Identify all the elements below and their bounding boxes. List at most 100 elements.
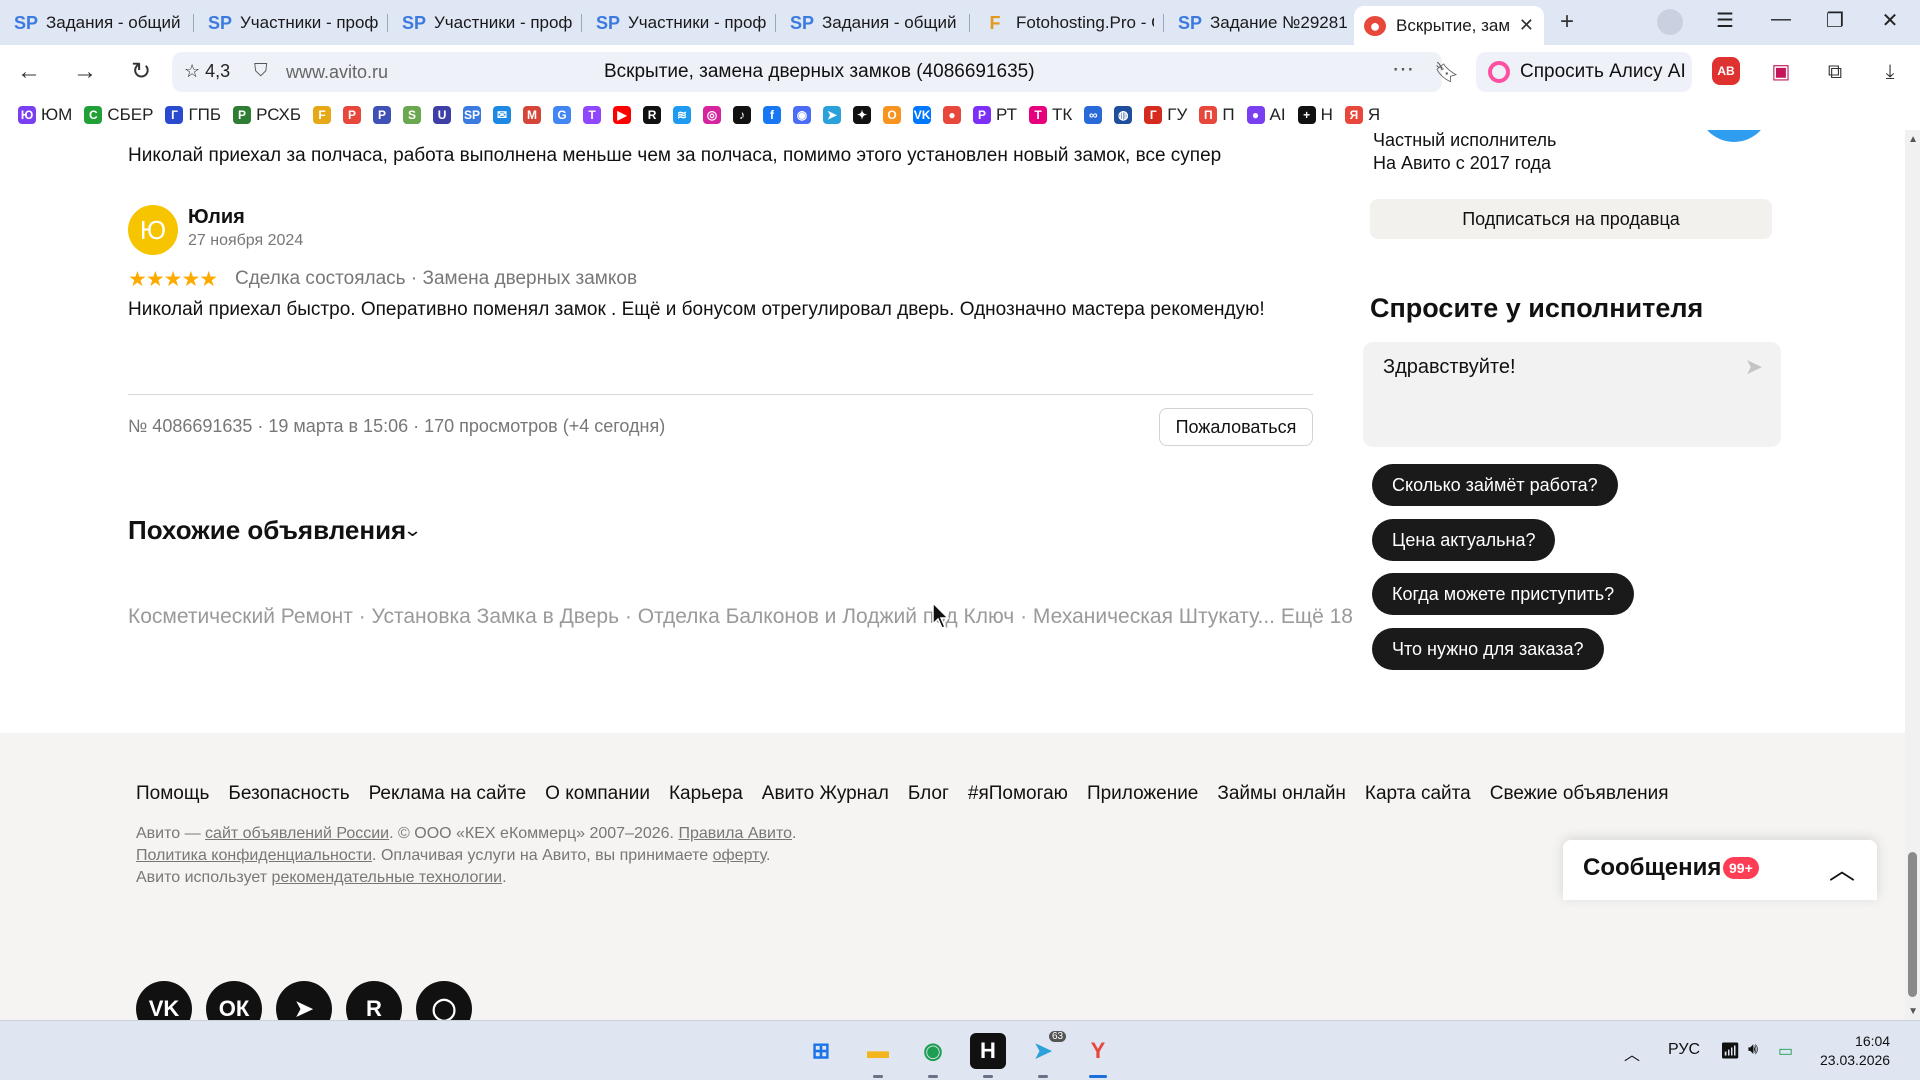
bookmark-item[interactable]: ♪ bbox=[733, 106, 752, 124]
bookmark-item[interactable]: Р РСХБ bbox=[233, 105, 301, 125]
bookmark-item[interactable]: ▶ bbox=[613, 106, 632, 124]
bookmark-item[interactable]: ЯЯ bbox=[1344, 105, 1380, 125]
max-messenger-icon[interactable]: ◯ bbox=[416, 981, 472, 1020]
wifi-icon[interactable]: 📶︎ bbox=[1720, 1041, 1740, 1061]
footer-link[interactable]: #яПомогаю bbox=[968, 783, 1068, 805]
bookmark-item[interactable]: ➤ bbox=[823, 106, 842, 124]
footer-link[interactable]: Карьера bbox=[669, 783, 743, 805]
close-window-icon[interactable]: ✕ bbox=[1875, 8, 1905, 33]
site-rating[interactable]: ☆ 4,3 bbox=[184, 61, 230, 82]
footer-link[interactable]: Помощь bbox=[136, 783, 209, 805]
bookmark-item[interactable]: f bbox=[763, 106, 782, 124]
forward-icon[interactable]: → bbox=[68, 55, 102, 89]
bookmark-item[interactable]: G bbox=[553, 106, 572, 124]
footer-link[interactable]: рекомендательные технологии bbox=[272, 869, 503, 886]
restore-icon[interactable]: ❐ bbox=[1820, 8, 1850, 33]
similar-links[interactable]: Косметический Ремонт · Установка Замка в… bbox=[128, 605, 1353, 629]
footer-link[interactable]: Реклама на сайте bbox=[369, 783, 527, 805]
language-indicator[interactable]: РУС bbox=[1668, 1041, 1700, 1059]
clock[interactable]: 16:04 23.03.2026 bbox=[1820, 1032, 1890, 1070]
bookmark-item[interactable]: T bbox=[583, 106, 602, 124]
bookmark-item[interactable]: ≋ bbox=[673, 106, 692, 124]
close-tab-icon[interactable]: ✕ bbox=[1519, 15, 1534, 36]
bookmark-item[interactable]: ● bbox=[943, 106, 962, 124]
menu-icon[interactable]: ☰ bbox=[1710, 8, 1740, 33]
footer-link[interactable]: Карта сайта bbox=[1365, 783, 1471, 805]
bookmark-item[interactable]: ◎ bbox=[703, 106, 722, 124]
browser-tab[interactable]: SP Участники - профи bbox=[586, 6, 776, 40]
new-tab-button[interactable]: + bbox=[1553, 9, 1581, 37]
bookmark-item[interactable]: ∞ bbox=[1084, 106, 1103, 124]
file-explorer-icon[interactable]: ▬ bbox=[860, 1033, 896, 1069]
footer-link[interactable]: Займы онлайн bbox=[1217, 783, 1345, 805]
battery-icon[interactable]: ▭ bbox=[1778, 1041, 1793, 1061]
send-icon[interactable]: ➤ bbox=[1745, 354, 1763, 380]
bookmark-item[interactable]: Р bbox=[373, 106, 392, 124]
bookmark-item[interactable]: С СБЕР bbox=[84, 105, 153, 125]
bookmark-item[interactable]: Г ГУ bbox=[1144, 105, 1187, 125]
edge-browser-icon[interactable]: ◉ bbox=[915, 1033, 951, 1069]
quick-question-chip[interactable]: Сколько займёт работа? bbox=[1372, 464, 1618, 506]
browser-tab[interactable]: SP Участники - профи bbox=[198, 6, 388, 40]
browser-tab[interactable]: SP Задания - общий с bbox=[4, 6, 194, 40]
subscribe-button[interactable]: Подписаться на продавца bbox=[1370, 199, 1772, 239]
adblock-extension-icon[interactable]: AB bbox=[1712, 57, 1740, 85]
chevron-up-icon[interactable]: ︿ bbox=[1624, 1041, 1640, 1065]
bookmark-item[interactable]: VK bbox=[913, 106, 932, 124]
seller-avatar[interactable] bbox=[1698, 130, 1770, 142]
bookmark-item[interactable]: U bbox=[433, 106, 452, 124]
footer-link[interactable]: Безопасность bbox=[228, 783, 349, 805]
bookmark-item[interactable]: ◍ bbox=[1114, 106, 1133, 124]
bookmark-item[interactable]: ПП bbox=[1199, 105, 1235, 125]
telegram-icon[interactable]: ➤ bbox=[276, 981, 332, 1020]
bookmark-item[interactable]: Ю ЮМ bbox=[18, 105, 72, 125]
minimize-icon[interactable]: — bbox=[1766, 8, 1796, 31]
browser-tab[interactable]: F Fotohosting.Pro - С bbox=[974, 6, 1164, 40]
h-app-icon[interactable]: H bbox=[970, 1033, 1006, 1069]
profile-icon[interactable] bbox=[1657, 9, 1683, 35]
bookmark-item[interactable]: M bbox=[523, 106, 542, 124]
messages-widget[interactable]: Сообщения 99+ ︿ bbox=[1563, 840, 1877, 900]
bookmark-item[interactable]: О bbox=[883, 106, 902, 124]
bookmark-item[interactable]: F bbox=[313, 106, 332, 124]
bookmark-item[interactable]: ✦ bbox=[853, 106, 872, 124]
bookmark-item[interactable]: Р РТ bbox=[973, 105, 1017, 125]
footer-link[interactable]: Свежие объявления bbox=[1490, 783, 1669, 805]
scroll-down-icon[interactable]: ▼ bbox=[1908, 1006, 1918, 1017]
bookmark-item[interactable]: S bbox=[403, 106, 422, 124]
chevron-down-icon[interactable]: ⌄ bbox=[403, 520, 423, 541]
browser-tab[interactable]: SP Участники - профи bbox=[392, 6, 582, 40]
yandex-browser-icon[interactable]: Y bbox=[1080, 1033, 1116, 1069]
browser-tab-active[interactable]: ● Вскрытие, заме ✕ bbox=[1354, 6, 1544, 45]
bookmark-item[interactable]: ● AI bbox=[1246, 105, 1286, 125]
chevron-up-icon[interactable]: ︿ bbox=[1829, 850, 1855, 887]
bookmark-item[interactable]: + Н bbox=[1297, 105, 1333, 125]
quick-question-chip[interactable]: Что нужно для заказа? bbox=[1372, 628, 1604, 670]
footer-link[interactable]: Правила Авито bbox=[678, 825, 792, 842]
scrollbar-thumb[interactable] bbox=[1908, 852, 1917, 997]
bookmark-item[interactable]: Г ГПБ bbox=[165, 105, 221, 125]
footer-link[interactable]: Политика конфиденциальности bbox=[136, 847, 372, 864]
scroll-up-icon[interactable]: ▲ bbox=[1908, 134, 1918, 145]
browser-tab[interactable]: SP Задания - общий с bbox=[780, 6, 970, 40]
complain-button[interactable]: Пожаловаться bbox=[1159, 408, 1313, 446]
ask-alice-button[interactable]: Спросить Алису AI bbox=[1476, 52, 1692, 92]
quick-question-chip[interactable]: Когда можете приступить? bbox=[1372, 573, 1635, 615]
bookmark-item[interactable]: Т ТК bbox=[1029, 105, 1072, 125]
similar-heading[interactable]: Похожие объявления bbox=[128, 515, 406, 546]
volume-icon[interactable]: 🔊︎ bbox=[1748, 1041, 1758, 1059]
footer-link[interactable]: сайт объявлений России bbox=[205, 825, 389, 842]
browser-tab[interactable]: SP Задание №29281 bbox=[1168, 6, 1358, 40]
footer-link[interactable]: Приложение bbox=[1087, 783, 1198, 805]
quick-question-chip[interactable]: Цена актуальна? bbox=[1372, 519, 1556, 561]
bookmark-icon[interactable]: 🔖︎ bbox=[1434, 60, 1459, 85]
footer-link[interactable]: оферту bbox=[713, 847, 766, 864]
message-input[interactable]: Здравствуйте! ➤ bbox=[1363, 342, 1781, 447]
bookmark-item[interactable]: SP bbox=[463, 106, 482, 124]
reload-icon[interactable]: ↻ bbox=[124, 55, 158, 89]
footer-link[interactable]: О компании bbox=[545, 783, 650, 805]
url-field[interactable]: ☆ 4,3 ⛉ www.avito.ru Вскрытие, замена дв… bbox=[172, 52, 1459, 92]
bookmark-item[interactable]: ✉ bbox=[493, 106, 512, 124]
more-icon[interactable]: ⋯ bbox=[1392, 56, 1414, 82]
bookmark-item[interactable]: Р bbox=[343, 106, 362, 124]
